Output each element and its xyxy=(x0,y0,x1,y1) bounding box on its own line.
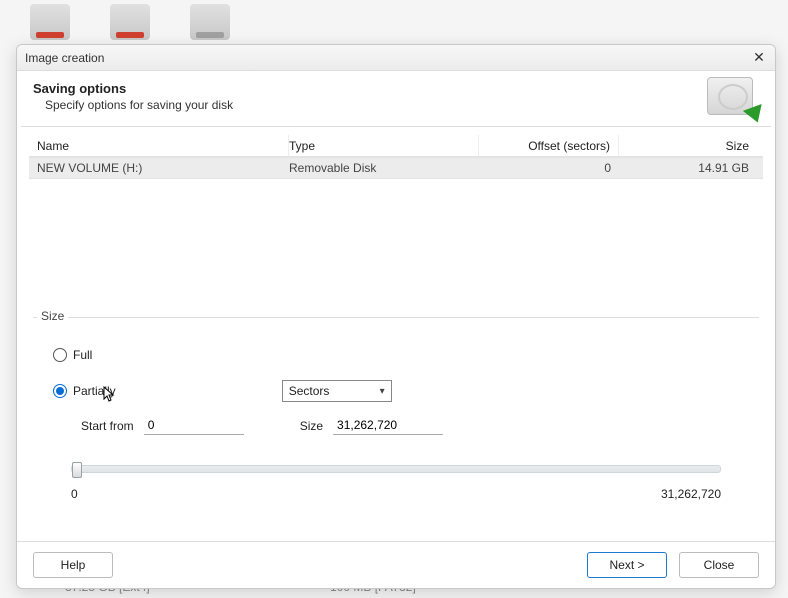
cell-type: Removable Disk xyxy=(289,161,479,175)
cell-offset: 0 xyxy=(479,161,619,175)
size-input[interactable] xyxy=(333,416,443,435)
start-from-label: Start from xyxy=(81,419,134,433)
radio-full[interactable] xyxy=(53,348,67,362)
radio-partially-row[interactable]: Partially Sectors ▾ xyxy=(53,378,739,404)
col-header-offset[interactable]: Offset (sectors) xyxy=(479,135,619,156)
cell-size: 14.91 GB xyxy=(619,161,763,175)
col-header-size[interactable]: Size xyxy=(619,135,763,156)
radio-partially-label: Partially xyxy=(73,384,116,398)
radio-full-row[interactable]: Full xyxy=(53,342,739,368)
units-select[interactable]: Sectors ▾ xyxy=(282,380,392,402)
radio-full-label: Full xyxy=(73,348,92,362)
radio-partially[interactable] xyxy=(53,384,67,398)
titlebar: Image creation ✕ xyxy=(17,45,775,71)
header-title: Saving options xyxy=(33,81,759,96)
table-header: Name Type Offset (sectors) Size xyxy=(29,135,763,157)
slider-track[interactable] xyxy=(71,465,721,473)
image-creation-dialog: Image creation ✕ Saving options Specify … xyxy=(16,44,776,589)
disk-icon xyxy=(30,4,70,40)
help-button[interactable]: Help xyxy=(33,552,113,578)
chevron-down-icon: ▾ xyxy=(380,386,385,397)
volume-table: Name Type Offset (sectors) Size NEW VOLU… xyxy=(17,127,775,303)
slider-min-label: 0 xyxy=(71,487,78,501)
size-slider[interactable]: 0 31,262,720 xyxy=(71,465,721,501)
dialog-title: Image creation xyxy=(25,51,104,65)
size-label: Size xyxy=(300,419,323,433)
close-button[interactable]: Close xyxy=(679,552,759,578)
disk-icon xyxy=(110,4,150,40)
dialog-header: Saving options Specify options for savin… xyxy=(17,71,775,126)
group-label: Size xyxy=(37,309,68,323)
header-subtitle: Specify options for saving your disk xyxy=(45,98,759,112)
cell-name: NEW VOLUME (H:) xyxy=(29,161,289,175)
start-from-input[interactable] xyxy=(144,416,244,435)
close-icon[interactable]: ✕ xyxy=(751,50,767,66)
slider-max-label: 31,262,720 xyxy=(661,487,721,501)
units-select-value: Sectors xyxy=(289,384,330,398)
col-header-type[interactable]: Type xyxy=(289,135,479,156)
disk-save-icon xyxy=(707,77,759,121)
size-groupbox: Size Full Partially Sectors ▾ Start from… xyxy=(33,317,759,513)
background-disk-icons xyxy=(30,4,230,40)
next-button[interactable]: Next > xyxy=(587,552,667,578)
slider-thumb[interactable] xyxy=(72,462,82,478)
table-row[interactable]: NEW VOLUME (H:) Removable Disk 0 14.91 G… xyxy=(29,157,763,179)
col-header-name[interactable]: Name xyxy=(29,135,289,156)
disk-icon xyxy=(190,4,230,40)
dialog-footer: Help Next > Close xyxy=(17,541,775,588)
